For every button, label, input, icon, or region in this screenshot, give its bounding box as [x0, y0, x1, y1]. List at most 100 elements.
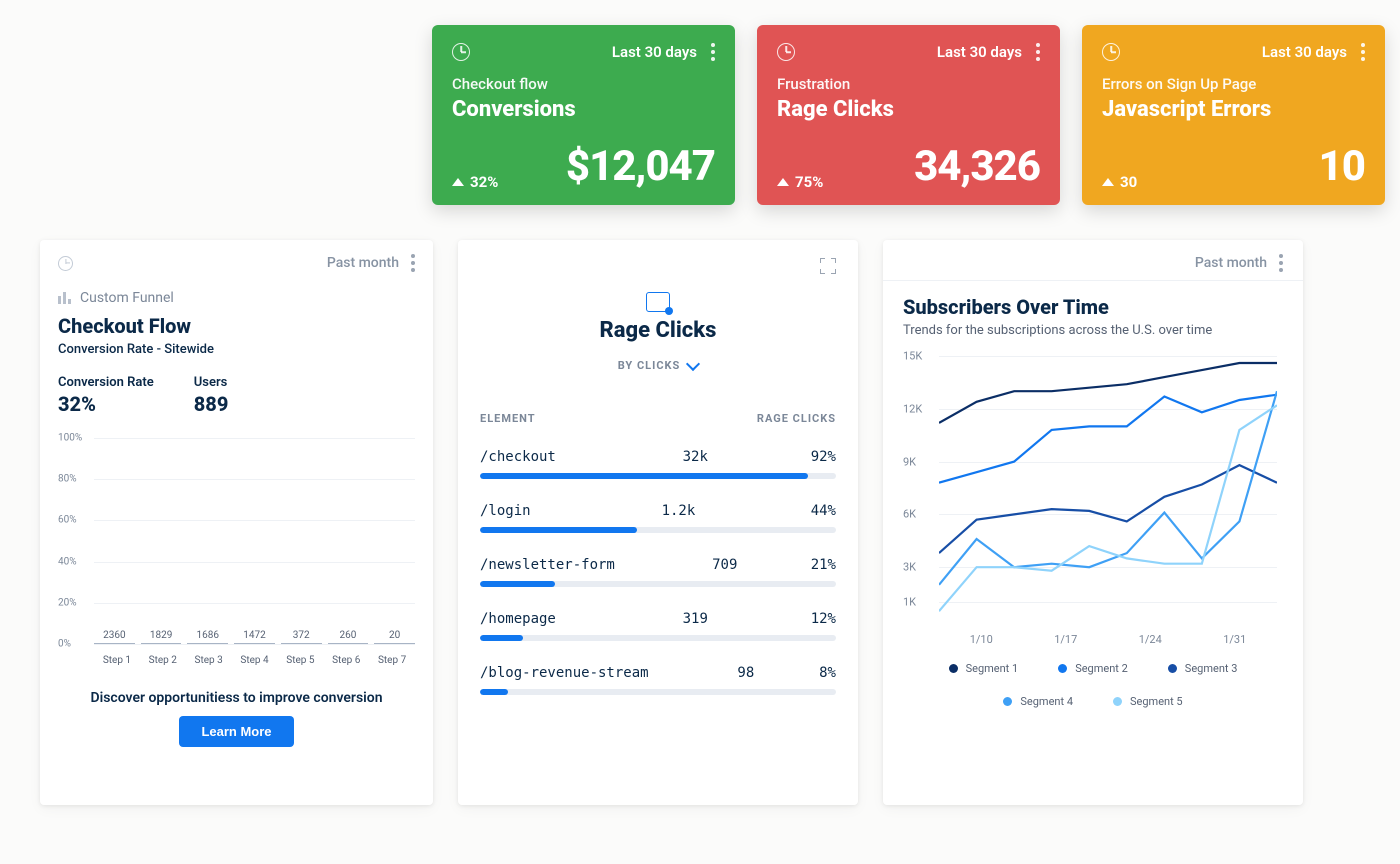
rage-bar-fill — [480, 527, 637, 533]
clock-icon — [777, 43, 795, 61]
subs-title: Subscribers Over Time — [903, 295, 1283, 319]
kpi-period: Last 30 days — [1262, 43, 1347, 61]
funnel-xtick: Step 2 — [140, 655, 186, 666]
kebab-menu-icon[interactable] — [1361, 43, 1365, 61]
clock-icon — [58, 256, 73, 271]
funnel-stats: Conversion Rate 32% Users 889 — [58, 375, 415, 416]
clock-icon — [452, 43, 470, 61]
learn-more-button[interactable]: Learn More — [179, 716, 293, 747]
legend-label: Segment 4 — [1020, 695, 1073, 708]
funnel-bar[interactable]: 2360 — [94, 630, 135, 644]
funnel-period[interactable]: Past month — [327, 255, 399, 271]
rage-row[interactable]: /newsletter-form 709 21% — [480, 557, 836, 587]
legend-swatch — [1113, 697, 1122, 706]
subs-xtick: 1/24 — [1139, 633, 1162, 646]
subscribers-legend: Segment 1 Segment 2 Segment 3 Segment 4 … — [903, 662, 1283, 708]
funnel-bar-fill — [234, 643, 275, 644]
subs-panel-header: Past month — [903, 254, 1283, 272]
subs-xtick: 1/31 — [1223, 633, 1246, 646]
legend-swatch — [949, 664, 958, 673]
funnel-bar[interactable]: 1829 — [141, 630, 182, 644]
stat-label: Users — [194, 375, 229, 390]
funnel-subtitle: Conversion Rate - Sitewide — [58, 342, 415, 357]
kpi-card-1[interactable]: Last 30 days Frustration Rage Clicks 75%… — [757, 25, 1060, 205]
divider — [883, 280, 1303, 281]
funnel-bar[interactable]: 260 — [328, 630, 369, 644]
rage-click-icon — [646, 292, 670, 312]
rage-pct: 8% — [790, 665, 836, 681]
legend-item[interactable]: Segment 4 — [1003, 695, 1073, 708]
rage-element: /login — [480, 503, 531, 519]
legend-item[interactable]: Segment 3 — [1168, 662, 1238, 675]
rage-clicks-panel: Rage Clicks BY CLICKS ELEMENT RAGE CLICK… — [458, 240, 858, 805]
funnel-bar-value: 260 — [340, 630, 357, 641]
funnel-bar[interactable]: 1686 — [187, 630, 228, 644]
funnel-bar-value: 20 — [389, 630, 400, 641]
funnel-bar[interactable]: 1472 — [234, 630, 275, 644]
kpi-card-0[interactable]: Last 30 days Checkout flow Conversions 3… — [432, 25, 735, 205]
rage-bar-bg — [480, 473, 836, 479]
funnel-xtick: Step 3 — [186, 655, 232, 666]
stat-label: Conversion Rate — [58, 375, 154, 390]
chevron-down-icon — [686, 356, 700, 370]
rage-row[interactable]: /blog-revenue-stream 98 8% — [480, 665, 836, 695]
rage-clicks: 98 — [684, 665, 754, 681]
kebab-menu-icon[interactable] — [1279, 254, 1283, 272]
kpi-title: Conversions — [452, 97, 715, 122]
subs-subtitle: Trends for the subscriptions across the … — [903, 323, 1283, 338]
rage-panel-header — [480, 258, 836, 274]
rage-row[interactable]: /checkout 32k 92% — [480, 449, 836, 479]
kebab-menu-icon[interactable] — [411, 254, 415, 272]
funnel-xtick: Step 1 — [94, 655, 140, 666]
funnel-bar-fill — [328, 643, 369, 644]
kpi-subtitle: Errors on Sign Up Page — [1102, 75, 1365, 93]
rage-row[interactable]: /homepage 319 12% — [480, 611, 836, 641]
funnel-bar[interactable]: 372 — [281, 630, 322, 644]
expand-icon[interactable] — [820, 258, 836, 274]
funnel-bar-value: 1472 — [243, 630, 265, 641]
funnel-tag: Custom Funnel — [58, 290, 415, 306]
rage-col-clicks: RAGE CLICKS — [757, 412, 836, 425]
trend-up-icon — [777, 178, 789, 186]
rage-clicks: 709 — [667, 557, 737, 573]
legend-item[interactable]: Segment 2 — [1058, 662, 1128, 675]
rage-sort-dropdown[interactable]: BY CLICKS — [480, 359, 836, 372]
rage-bar-fill — [480, 635, 523, 641]
rage-pct: 92% — [790, 449, 836, 465]
kebab-menu-icon[interactable] — [1036, 43, 1040, 61]
funnel-bar-value: 1829 — [150, 630, 172, 641]
legend-item[interactable]: Segment 5 — [1113, 695, 1183, 708]
rage-bar-bg — [480, 689, 836, 695]
rage-element: /blog-revenue-stream — [480, 665, 649, 681]
funnel-xtick: Step 6 — [323, 655, 369, 666]
funnel-chart: 0%20%40%60%80%100% 2360 1829 1686 1472 3… — [58, 428, 415, 666]
funnel-panel: Past month Custom Funnel Checkout Flow C… — [40, 240, 433, 805]
rage-element: /newsletter-form — [480, 557, 615, 573]
trend-up-icon — [1102, 178, 1114, 186]
rage-list-header: ELEMENT RAGE CLICKS — [480, 412, 836, 425]
kpi-delta: 30 — [1102, 173, 1137, 191]
rage-bar-fill — [480, 473, 808, 479]
rage-bar-bg — [480, 527, 836, 533]
kpi-value: 34,326 — [914, 142, 1040, 191]
rage-bar-fill — [480, 581, 555, 587]
kpi-value: 10 — [1319, 142, 1365, 191]
legend-item[interactable]: Segment 1 — [949, 662, 1019, 675]
subs-period[interactable]: Past month — [1195, 255, 1267, 271]
funnel-bar-fill — [281, 643, 322, 644]
rage-rows: /checkout 32k 92% /login 1.2k 44% /newsl… — [480, 425, 836, 695]
legend-label: Segment 3 — [1185, 662, 1238, 675]
kebab-menu-icon[interactable] — [711, 43, 715, 61]
rage-bar-bg — [480, 581, 836, 587]
kpi-card-2[interactable]: Last 30 days Errors on Sign Up Page Java… — [1082, 25, 1385, 205]
legend-label: Segment 1 — [966, 662, 1019, 675]
rage-title: Rage Clicks — [480, 318, 836, 343]
rage-row[interactable]: /login 1.2k 44% — [480, 503, 836, 533]
funnel-panel-header: Past month — [58, 254, 415, 272]
rage-clicks: 1.2k — [625, 503, 695, 519]
funnel-bar[interactable]: 20 — [374, 630, 415, 644]
kpi-value: $12,047 — [566, 142, 715, 191]
clock-icon — [1102, 43, 1120, 61]
rage-clicks: 32k — [638, 449, 708, 465]
kpi-period: Last 30 days — [937, 43, 1022, 61]
